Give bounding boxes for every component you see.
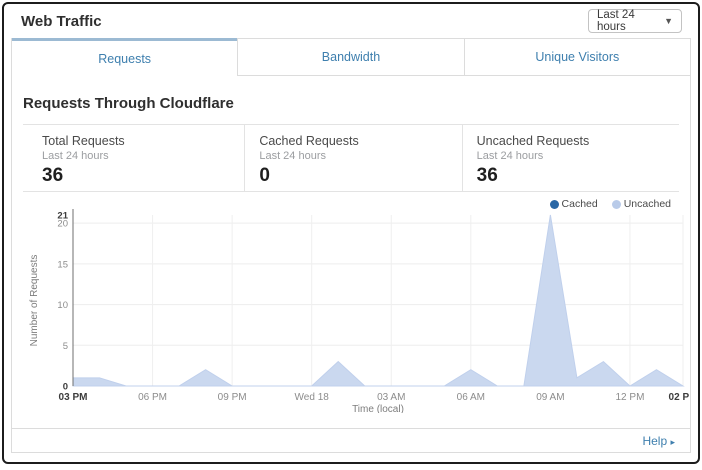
tab-bar: Requests Bandwidth Unique Visitors [12, 38, 690, 76]
stat-label: Uncached Requests [477, 134, 679, 148]
web-traffic-card: Web Traffic Last 24 hours ▼ Requests Ban… [2, 2, 700, 464]
cached-dot-icon [550, 200, 559, 209]
svg-text:21: 21 [57, 211, 68, 222]
stat-value: 36 [477, 165, 679, 187]
uncached-dot-icon [612, 200, 621, 209]
page-title: Web Traffic [21, 13, 102, 30]
stat-uncached-requests: Uncached Requests Last 24 hours 36 [462, 125, 679, 191]
panel-footer: Help ▸ [12, 428, 690, 452]
tab-requests-label: Requests [98, 52, 151, 66]
stat-label: Cached Requests [259, 134, 461, 148]
chart-legend: Cached Uncached [550, 198, 671, 210]
stat-cached-requests: Cached Requests Last 24 hours 0 [244, 125, 461, 191]
svg-text:09 PM: 09 PM [218, 392, 247, 403]
svg-text:06 PM: 06 PM [138, 392, 167, 403]
svg-text:Number of Requests: Number of Requests [29, 255, 40, 347]
svg-text:10: 10 [57, 300, 68, 311]
tab-bandwidth-label: Bandwidth [322, 50, 380, 64]
tab-unique-visitors-label: Unique Visitors [535, 50, 619, 64]
card-header: Web Traffic Last 24 hours ▼ [4, 4, 698, 38]
stats-row: Total Requests Last 24 hours 36 Cached R… [23, 124, 679, 192]
traffic-panel: Requests Bandwidth Unique Visitors Reque… [11, 38, 691, 453]
legend-item-cached: Cached [550, 198, 598, 210]
help-link[interactable]: Help ▸ [642, 434, 675, 448]
tab-requests[interactable]: Requests [12, 38, 237, 76]
help-link-label: Help [642, 434, 667, 448]
svg-text:09 AM: 09 AM [536, 392, 564, 403]
svg-text:06 AM: 06 AM [457, 392, 485, 403]
help-arrow-icon: ▸ [670, 437, 675, 447]
stat-total-requests: Total Requests Last 24 hours 36 [23, 125, 244, 191]
area-chart-canvas[interactable]: 051015202103 PM06 PM09 PMWed 1803 AM06 A… [23, 197, 679, 418]
svg-text:02 PM: 02 PM [669, 392, 689, 403]
svg-text:12 PM: 12 PM [616, 392, 645, 403]
legend-item-uncached: Uncached [612, 198, 671, 210]
stat-sublabel: Last 24 hours [477, 150, 679, 162]
svg-text:Time (local): Time (local) [352, 404, 404, 413]
svg-text:Wed 18: Wed 18 [295, 392, 330, 403]
time-range-value: Last 24 hours [597, 9, 664, 33]
svg-text:15: 15 [57, 259, 68, 270]
section-title: Requests Through Cloudflare [12, 76, 690, 124]
chevron-down-icon: ▼ [664, 16, 673, 26]
requests-chart: Cached Uncached 051015202103 PM06 PM09 P… [23, 197, 679, 415]
svg-text:03 PM: 03 PM [59, 392, 88, 403]
stat-sublabel: Last 24 hours [42, 150, 244, 162]
legend-label: Uncached [624, 198, 671, 210]
tab-bandwidth[interactable]: Bandwidth [237, 38, 463, 76]
time-range-select[interactable]: Last 24 hours ▼ [588, 9, 682, 33]
stat-value: 36 [42, 165, 244, 187]
stat-value: 0 [259, 165, 461, 187]
svg-text:5: 5 [63, 341, 68, 352]
legend-label: Cached [562, 198, 598, 210]
stat-sublabel: Last 24 hours [259, 150, 461, 162]
tab-unique-visitors[interactable]: Unique Visitors [464, 38, 690, 76]
svg-text:03 AM: 03 AM [377, 392, 405, 403]
svg-text:0: 0 [63, 382, 68, 393]
stat-label: Total Requests [42, 134, 244, 148]
